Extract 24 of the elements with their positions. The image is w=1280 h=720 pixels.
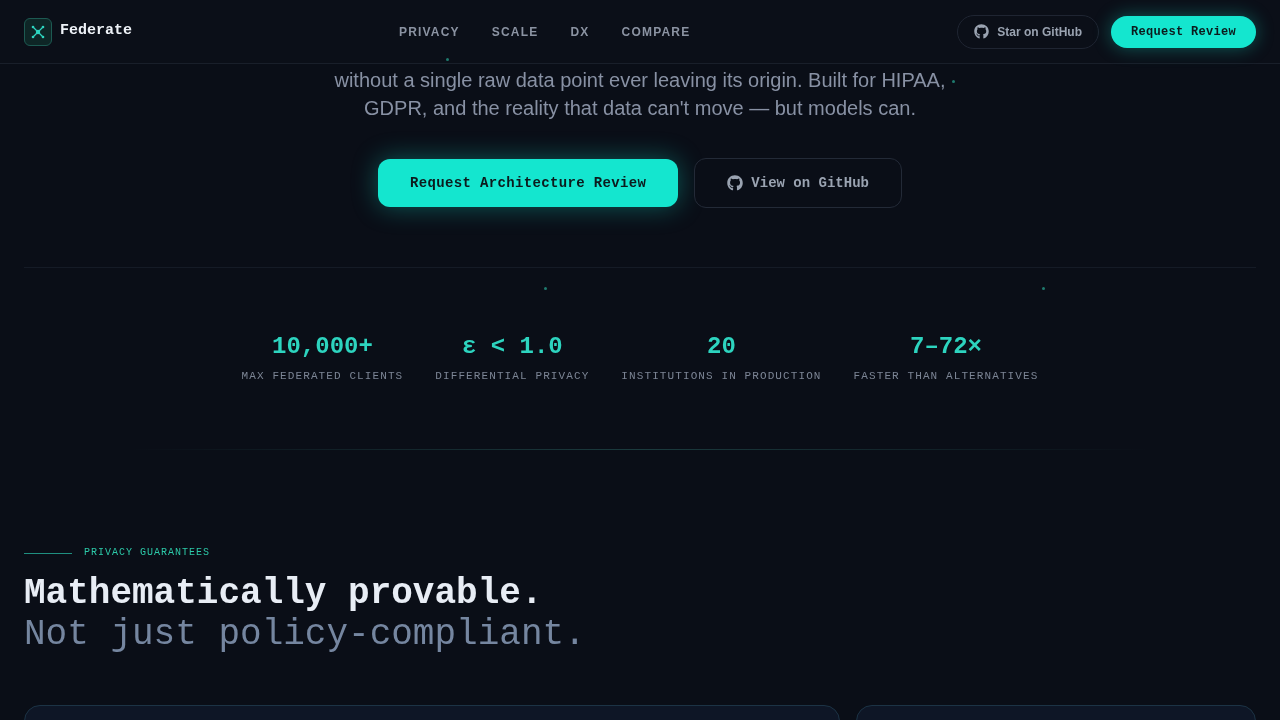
star-github-button[interactable]: Star on GitHub — [957, 14, 1099, 49]
hero-description: without a single raw data point ever leaving its origin. Built for HIPAA, GDPR, and the reality that data can't move — but models can. — [333, 68, 947, 121]
request-review-button[interactable]: Request Review — [1110, 15, 1256, 48]
nav-link[interactable]: COMPARE — [621, 22, 691, 41]
stat-value: 7–72× — [910, 332, 982, 362]
nav-link[interactable]: SCALE — [491, 22, 539, 41]
github-link-button[interactable]: View on GitHub — [694, 158, 902, 208]
stat-label: MAX FEDERATED CLIENTS — [241, 369, 404, 384]
network-logo-icon — [24, 17, 52, 46]
brand-name[interactable]: Federate — [60, 20, 132, 43]
stat-value: 20 — [707, 332, 736, 362]
github-icon — [727, 175, 744, 191]
nav-link[interactable]: DX — [570, 22, 590, 41]
section-heading: Mathematically provable. — [24, 573, 543, 614]
primary-cta-button[interactable]: Request Architecture Review — [378, 159, 679, 207]
stat-value: ε < 1.0 — [461, 332, 563, 362]
github-icon — [974, 24, 990, 39]
stat-value: 10,000+ — [272, 332, 373, 362]
section-subheading: Not just policy-compliant. — [24, 614, 586, 655]
section-eyebrow: PRIVACY GUARANTEES — [84, 546, 211, 560]
stat-label: DIFFERENTIAL PRIVACY — [435, 369, 590, 384]
nav-link[interactable]: PRIVACY — [398, 22, 460, 41]
stat-label: FASTER THAN ALTERNATIVES — [853, 369, 1039, 384]
stat-label: INSTITUTIONS IN PRODUCTION — [621, 369, 822, 384]
